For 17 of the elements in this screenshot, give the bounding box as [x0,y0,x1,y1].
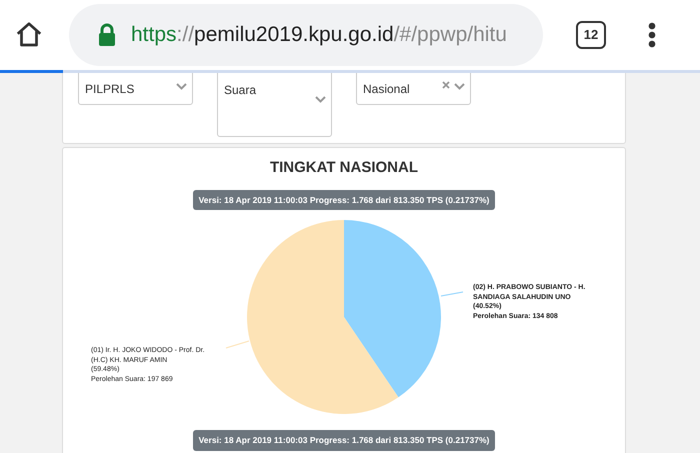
version-badge: Versi: 18 Apr 2019 11:00:03 Progress: 1.768 dari 813.350 TPS (0.21737%) [192,430,496,451]
filter-dropdown[interactable]: Nasional [356,73,471,105]
leader-line [226,340,250,349]
clear-icon[interactable] [442,81,450,89]
url-text: https://pemilu2019.kpu.go.id/#/ppwp/hitu [131,22,507,48]
filter-dropdown[interactable]: PILPRLS [78,73,193,105]
lock-icon [97,23,117,47]
chevron-down-icon [454,83,465,90]
chart-title: TINGKAT NASIONAL [270,158,418,178]
filter-dropdown[interactable]: Suara [217,73,332,137]
tab-count[interactable]: 12 [576,21,606,49]
address-bar[interactable]: https://pemilu2019.kpu.go.id/#/ppwp/hitu [69,4,543,66]
leader-line [440,292,464,297]
chevron-down-icon [176,83,187,90]
more-menu-icon[interactable] [648,22,656,48]
version-badge: Versi: 18 Apr 2019 11:00:03 Progress: 1.768 dari 813.350 TPS (0.21737%) [192,190,496,210]
chevron-down-icon [315,96,326,103]
